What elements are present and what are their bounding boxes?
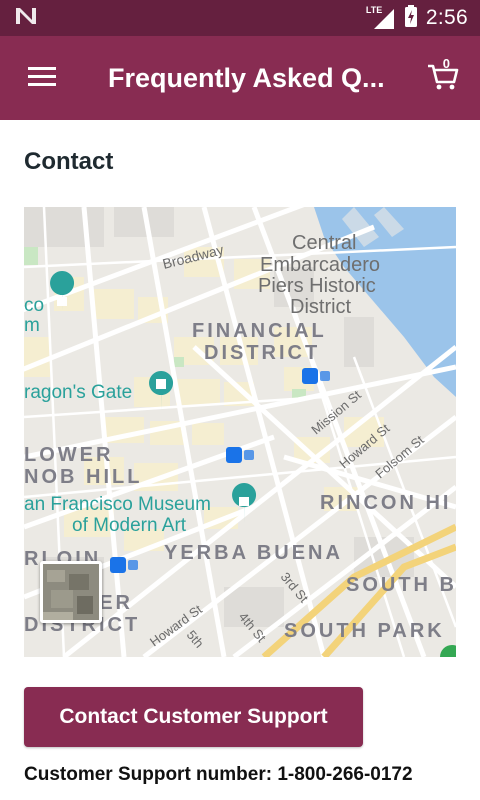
- svg-text:NOB HILL: NOB HILL: [24, 466, 142, 488]
- cart-button[interactable]: 0: [414, 54, 472, 102]
- contact-support-button[interactable]: Contact Customer Support: [24, 687, 363, 747]
- svg-text:m: m: [24, 315, 40, 336]
- status-left: [14, 6, 38, 31]
- status-right: LTE 2:56: [366, 4, 468, 33]
- n-notification-icon: [14, 6, 38, 31]
- svg-text:ragon's Gate: ragon's Gate: [24, 382, 132, 403]
- battery-charging-icon: [404, 4, 418, 33]
- svg-text:LOWER: LOWER: [24, 444, 113, 466]
- svg-text:RINCON HI: RINCON HI: [320, 492, 451, 514]
- svg-text:FINANCIAL: FINANCIAL: [192, 320, 327, 342]
- contact-heading: Contact: [24, 148, 114, 175]
- status-bar: LTE 2:56: [0, 0, 480, 36]
- menu-button[interactable]: [0, 36, 84, 120]
- support-number-text: Customer Support number: 1-800-266-0172: [24, 764, 413, 785]
- status-clock: 2:56: [425, 6, 468, 29]
- svg-text:Piers Historic: Piers Historic: [258, 275, 376, 297]
- svg-text:SOUTH PARK: SOUTH PARK: [284, 620, 445, 642]
- svg-text:Central: Central: [292, 232, 356, 254]
- lte-signal-icon: LTE: [366, 5, 396, 29]
- svg-text:SOUTH B: SOUTH B: [346, 574, 456, 596]
- satellite-thumbnail[interactable]: [40, 561, 102, 623]
- svg-text:Embarcadero: Embarcadero: [260, 254, 380, 276]
- app-bar: Frequently Asked Q... 0: [0, 36, 480, 120]
- page-title: Frequently Asked Q...: [108, 62, 385, 93]
- svg-text:DISTRICT: DISTRICT: [204, 342, 320, 364]
- svg-text:YERBA BUENA: YERBA BUENA: [164, 542, 343, 564]
- svg-text:of Modern Art: of Modern Art: [72, 515, 187, 536]
- hamburger-menu-icon: [27, 65, 57, 92]
- cart-count-badge: 0: [442, 56, 450, 71]
- svg-text:co: co: [24, 295, 44, 316]
- location-map[interactable]: Broadway Central Embarcadero Piers Histo…: [24, 207, 456, 657]
- svg-text:an Francisco Museum: an Francisco Museum: [24, 494, 211, 515]
- svg-text:District: District: [290, 296, 352, 318]
